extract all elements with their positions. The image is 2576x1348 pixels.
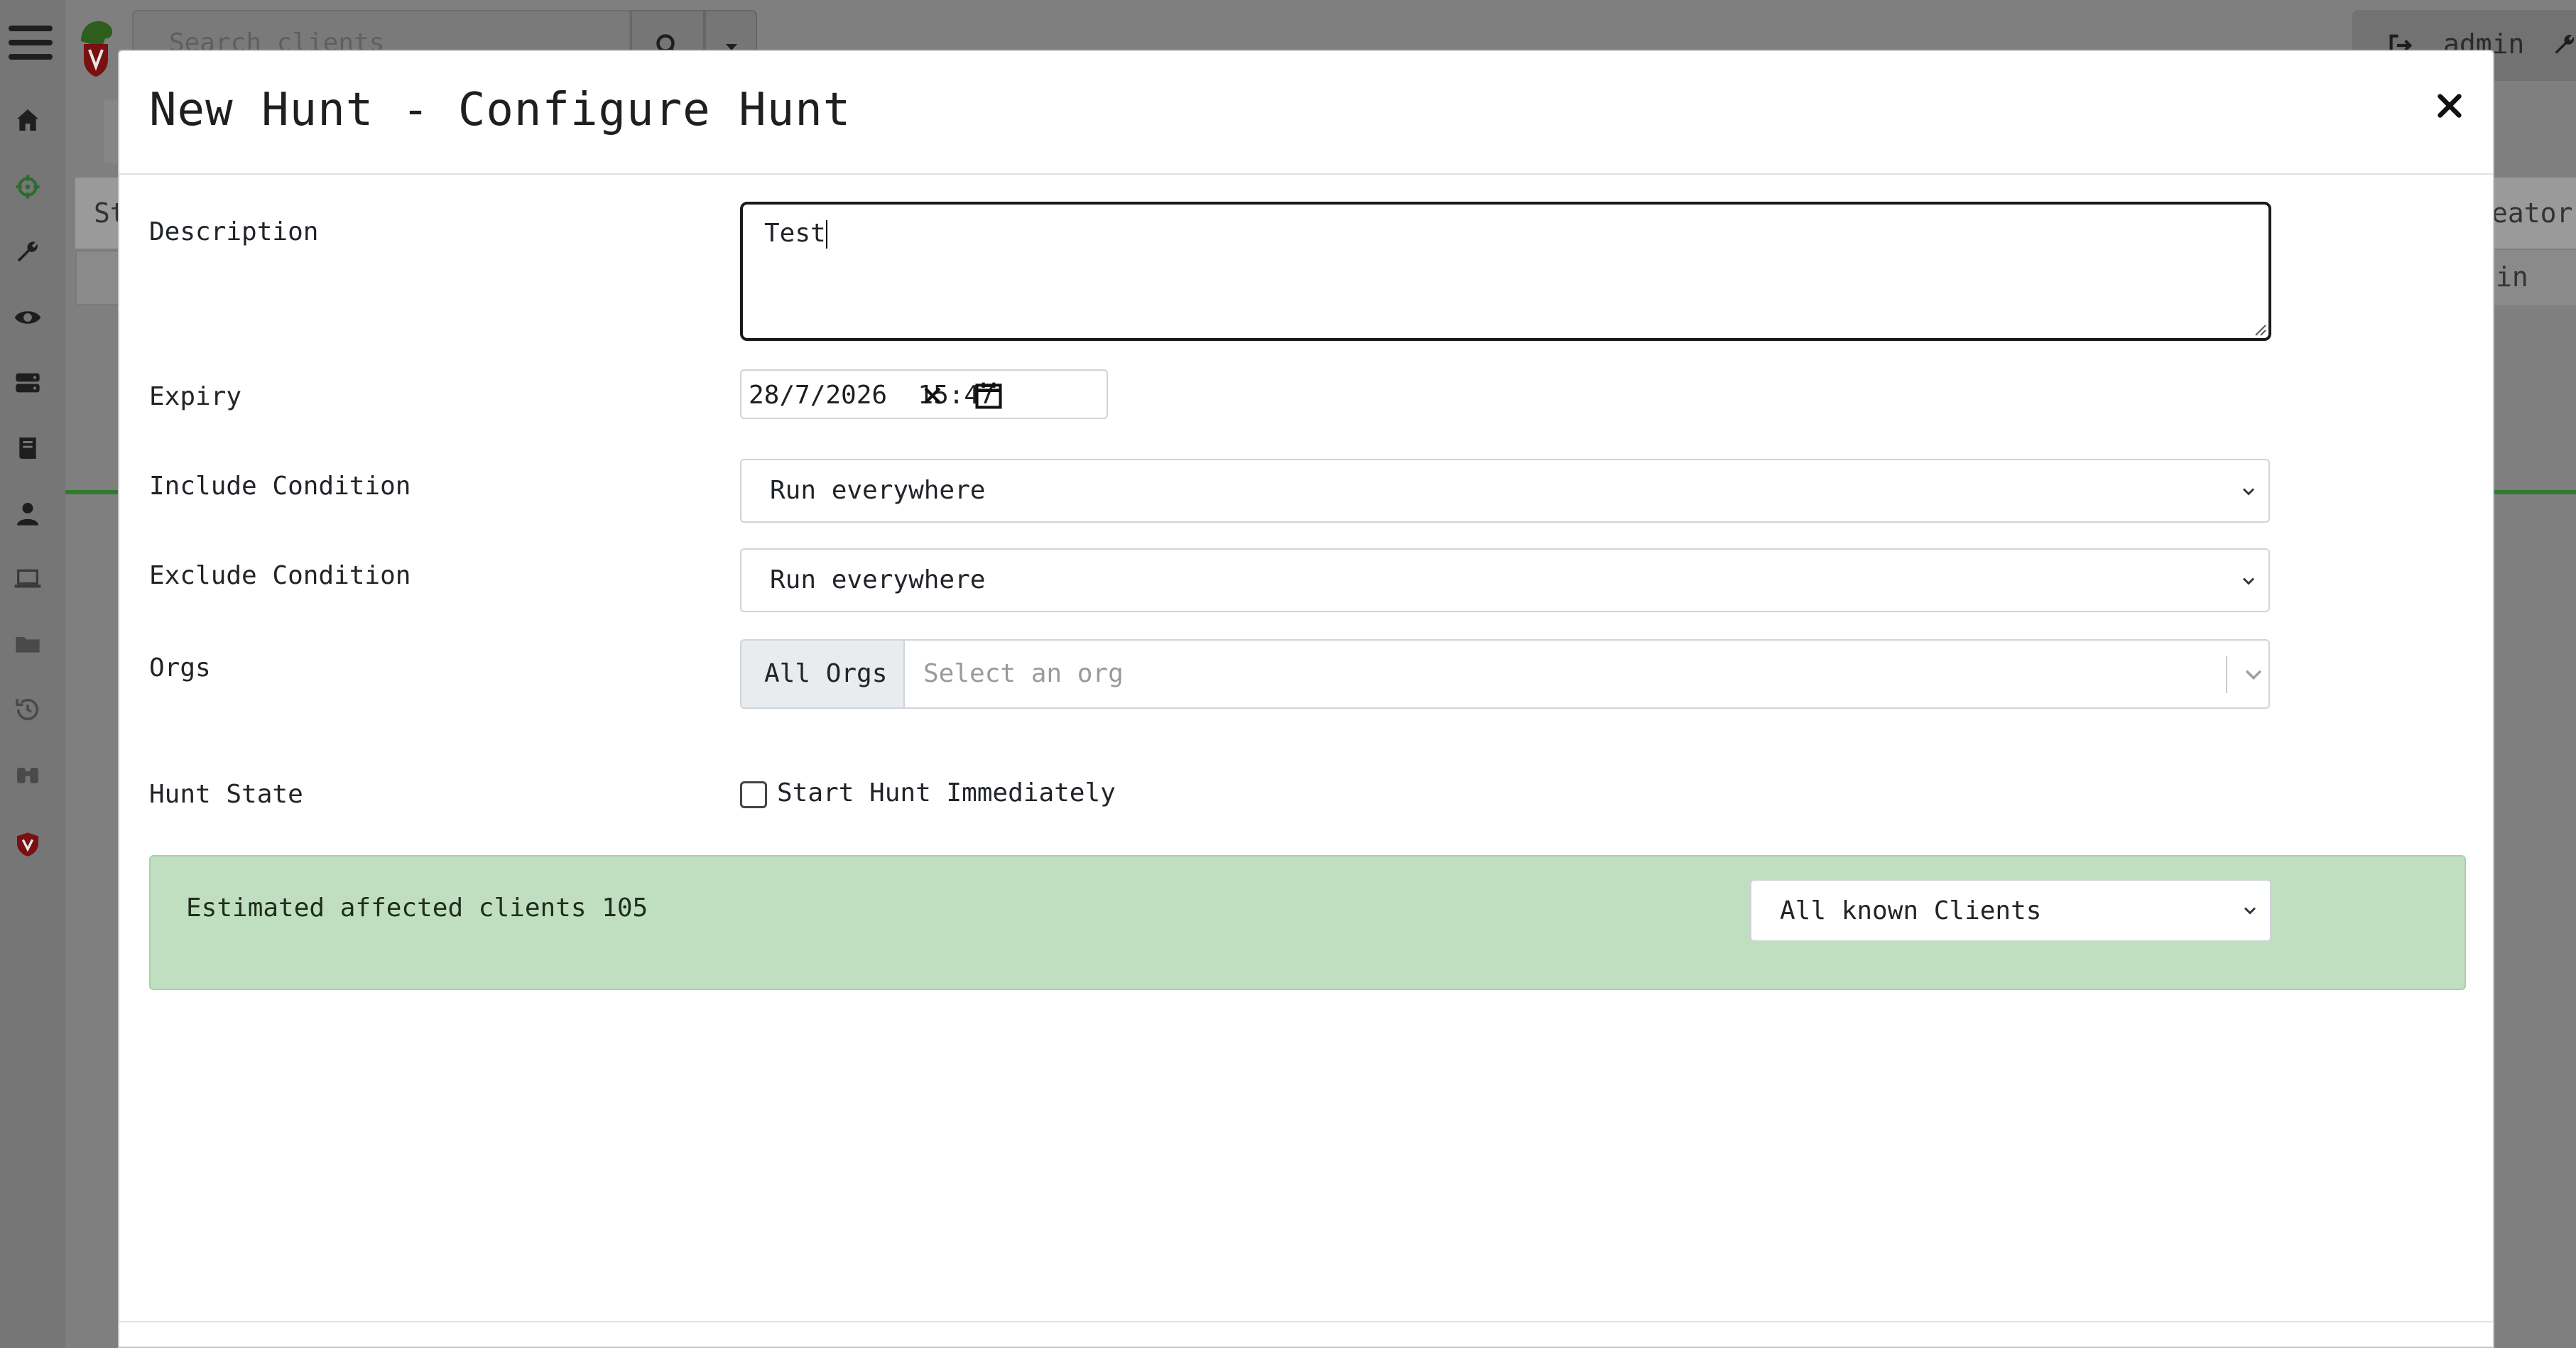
include-condition-label: Include Condition <box>149 472 411 501</box>
description-textarea[interactable]: Test <box>740 202 2271 341</box>
velociraptor-logo-icon[interactable] <box>74 13 118 78</box>
modal-title: New Hunt - Configure Hunt <box>149 84 852 136</box>
shield-logo-icon[interactable] <box>10 827 45 862</box>
modal-footer-divider <box>119 1321 2493 1322</box>
book-icon[interactable] <box>10 430 45 466</box>
include-condition-value: Run everywhere <box>770 476 986 505</box>
background-table-header: St <box>75 178 126 249</box>
wrench-icon <box>2555 34 2575 54</box>
background-divider <box>65 490 118 494</box>
background-table-row-right: in <box>2493 250 2576 305</box>
orgs-selector[interactable]: All Orgs Select an org <box>740 639 2270 709</box>
text-cursor <box>825 220 827 249</box>
estimate-alert: Estimated affected clients 105 All known… <box>149 855 2466 990</box>
laptop-icon[interactable] <box>10 561 45 597</box>
user-icon[interactable] <box>10 496 45 531</box>
new-hunt-modal: New Hunt - Configure Hunt Description Te… <box>118 50 2494 1348</box>
clear-date-button[interactable] <box>915 378 950 413</box>
background-divider-right <box>2494 490 2576 494</box>
expiry-datetime-input[interactable]: 28/7/2026 15:47 <box>740 369 1108 419</box>
close-button[interactable] <box>2425 81 2474 131</box>
crosshair-icon[interactable] <box>10 169 45 205</box>
all-orgs-label: All Orgs <box>764 659 888 688</box>
folder-icon[interactable] <box>10 626 45 662</box>
background-table-header-right: eator <box>2491 178 2576 249</box>
calendar-icon <box>975 382 1002 409</box>
binoculars-icon[interactable] <box>10 757 45 793</box>
description-value: Test <box>764 219 826 248</box>
org-select-placeholder: Select an org <box>923 659 1124 688</box>
chevron-down-icon <box>2242 577 2255 585</box>
all-orgs-button[interactable]: All Orgs <box>741 641 905 707</box>
exclude-condition-label: Exclude Condition <box>149 561 411 590</box>
resize-grip-icon[interactable] <box>2251 321 2267 337</box>
client-scope-select[interactable]: All known Clients <box>1750 879 2271 942</box>
exclude-condition-select[interactable]: Run everywhere <box>740 548 2270 612</box>
sidebar <box>0 0 65 1348</box>
chevron-down-icon <box>2244 907 2256 915</box>
orgs-label: Orgs <box>149 653 211 683</box>
background-table-row <box>75 250 121 305</box>
hamburger-menu-icon[interactable] <box>6 23 55 62</box>
start-hunt-label[interactable]: Start Hunt Immediately <box>777 778 1116 808</box>
close-icon <box>2438 94 2462 118</box>
home-icon[interactable] <box>10 102 45 138</box>
calendar-button[interactable] <box>969 376 1009 415</box>
server-icon[interactable] <box>10 365 45 401</box>
start-hunt-checkbox[interactable] <box>740 781 767 808</box>
exclude-condition-value: Run everywhere <box>770 565 986 594</box>
eye-icon[interactable] <box>10 300 45 335</box>
history-icon[interactable] <box>10 692 45 727</box>
chevron-down-icon <box>2242 488 2255 496</box>
wrench-icon[interactable] <box>10 234 45 270</box>
client-scope-value: All known Clients <box>1780 896 2042 925</box>
orgs-separator <box>2226 656 2227 693</box>
clear-icon <box>924 387 941 404</box>
expiry-value: 28/7/2026 15:47 <box>749 381 995 410</box>
description-label: Description <box>149 217 319 246</box>
estimated-clients-text: Estimated affected clients 105 <box>186 893 648 923</box>
modal-header: New Hunt - Configure Hunt <box>119 51 2493 175</box>
chevron-down-icon[interactable] <box>2241 662 2266 686</box>
hunt-state-label: Hunt State <box>149 780 303 809</box>
expiry-label: Expiry <box>149 382 242 411</box>
include-condition-select[interactable]: Run everywhere <box>740 459 2270 523</box>
